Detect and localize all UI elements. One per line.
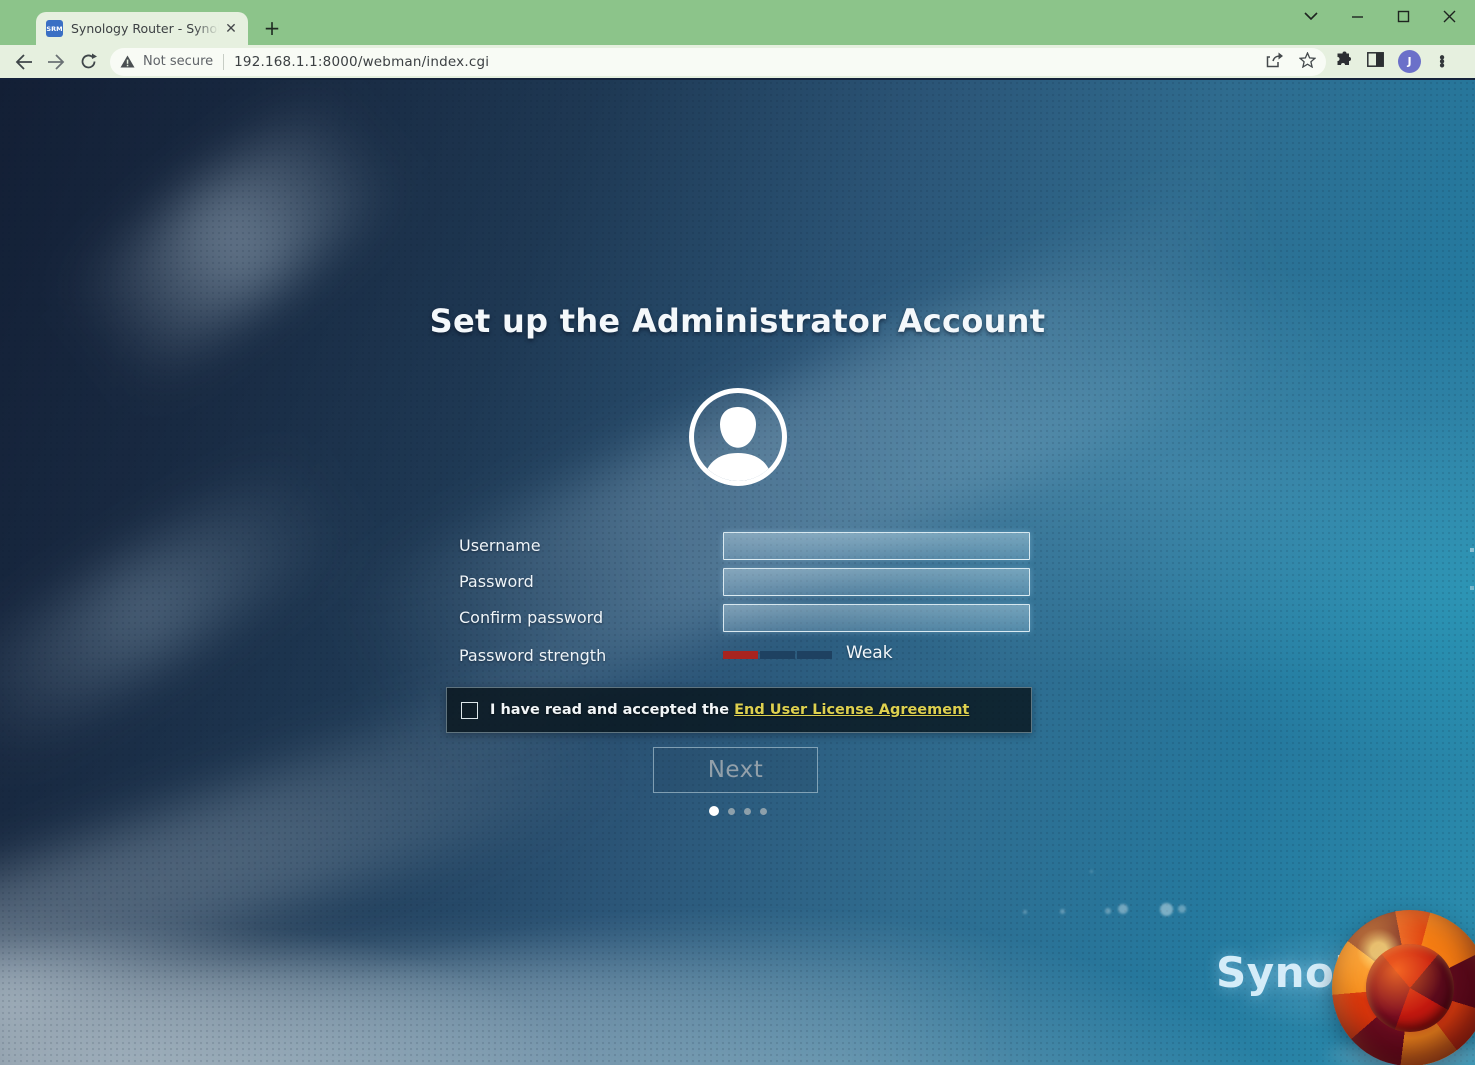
maximize-button[interactable] [1395,8,1411,24]
confirm-password-label: Confirm password [459,608,604,627]
password-strength-value: Weak [846,643,893,663]
browser-tab[interactable]: SRM Synology Router - SynologyRout ✕ [36,12,248,45]
warning-triangle-icon [120,55,135,68]
browser-menu-icon[interactable]: • • • [1435,50,1449,73]
confirm-password-input[interactable] [723,604,1030,632]
toolbar-right: J • • • [1336,50,1449,73]
pagination-dot[interactable] [727,807,735,815]
orange-swirl-watermark-logo [1332,910,1475,1065]
background-light-beam [335,181,1305,769]
background-light-beam [0,453,354,767]
admin-avatar-icon [686,385,790,489]
chevron-down-icon[interactable] [1303,8,1319,24]
strength-segment [760,651,795,659]
password-strength-label: Password strength [459,646,607,665]
background-light-beam [68,91,402,389]
pagination-dots [0,806,1475,816]
eula-panel: I have read and accepted the End User Li… [446,687,1032,733]
back-button[interactable] [11,49,37,75]
pagination-dot[interactable] [708,806,719,816]
strength-segment [797,651,832,659]
username-label: Username [459,536,541,555]
browser-window: SRM Synology Router - SynologyRout ✕ + [0,0,1475,1065]
window-controls [1303,0,1467,32]
srm-favicon-icon: SRM [46,20,63,37]
reload-button[interactable] [75,49,101,75]
close-window-button[interactable] [1441,8,1457,24]
eula-link[interactable]: End User License Agreement [734,702,969,718]
extensions-icon[interactable] [1336,51,1353,72]
password-label: Password [459,572,534,591]
profile-avatar[interactable]: J [1398,50,1421,73]
address-bar[interactable]: Not secure 192.168.1.1:8000/webman/index… [110,47,1326,76]
username-input[interactable] [723,532,1030,560]
pagination-dot[interactable] [743,807,751,815]
page-title: Set up the Administrator Account [429,302,1046,340]
bookmark-star-icon[interactable] [1298,50,1317,72]
eula-text: I have read and accepted the End User Li… [490,702,970,718]
address-separator [223,53,225,70]
setup-page: Set up the Administrator Account Usernam… [0,80,1475,1065]
forward-button[interactable] [43,49,69,75]
scrollbar-marks [1470,548,1474,608]
tab-title: Synology Router - SynologyRout [71,21,222,36]
url-text[interactable]: 192.168.1.1:8000/webman/index.cgi [234,54,489,70]
tab-close-icon[interactable]: ✕ [222,20,240,38]
share-icon[interactable] [1266,52,1283,72]
side-panel-icon[interactable] [1367,52,1384,71]
strength-segment [723,651,758,659]
background-light-beam [0,960,1010,1065]
security-indicator[interactable]: Not secure [120,54,213,69]
pagination-dot[interactable] [759,807,767,815]
browser-toolbar: Not secure 192.168.1.1:8000/webman/index… [0,45,1475,78]
password-input[interactable] [723,568,1030,596]
next-button[interactable]: Next [653,747,818,793]
password-strength-meter [723,651,832,659]
new-tab-button[interactable]: + [258,14,286,42]
security-label: Not secure [143,54,214,69]
eula-checkbox[interactable] [461,701,478,719]
minimize-button[interactable] [1349,8,1365,24]
tab-strip: SRM Synology Router - SynologyRout ✕ + [0,0,1475,45]
